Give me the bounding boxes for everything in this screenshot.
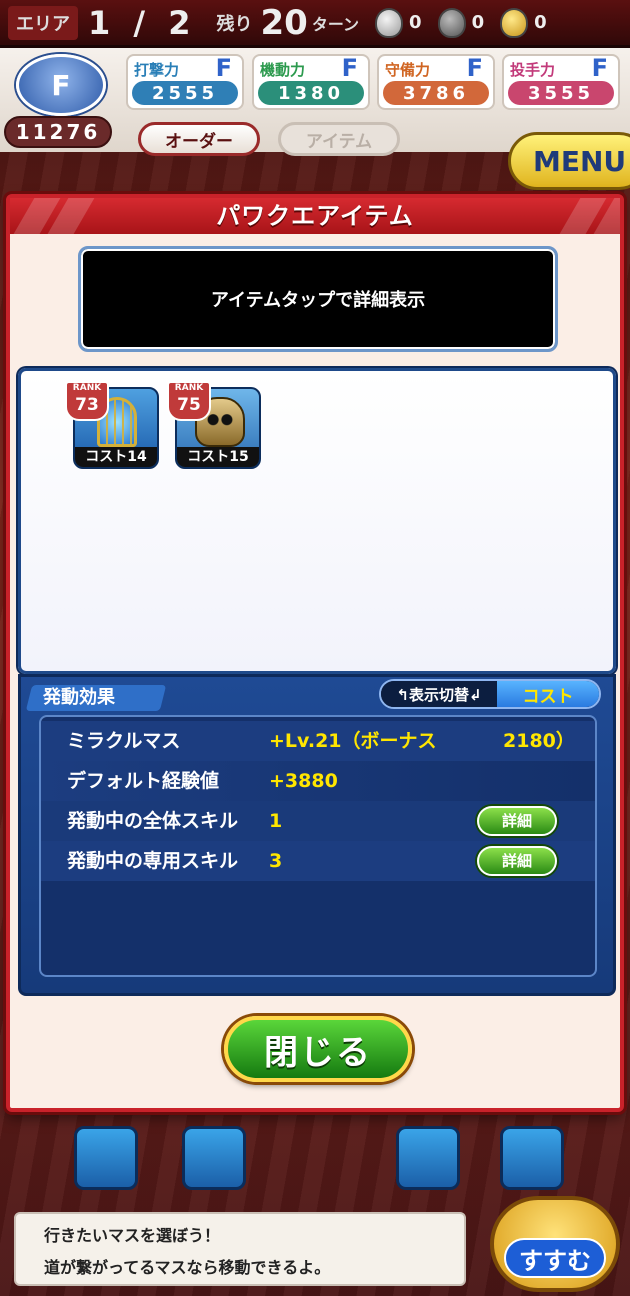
modal-title: パワクエアイテム	[216, 202, 414, 230]
stat-mobility: 機動力 F 1380	[252, 54, 370, 110]
stat-pitching: 投手力 F 3555	[502, 54, 620, 110]
effect-value: 3	[269, 850, 283, 872]
top-status-bar: エリア 1 / 2 残り 20 ターン 0 0 0	[0, 0, 630, 48]
rank-label: RANK	[72, 383, 102, 393]
stat-batting: 打撃力 F 2555	[126, 54, 244, 110]
effect-row-global-skill: 発動中の全体スキル 1 詳細	[41, 801, 595, 841]
stat-grade: F	[341, 54, 358, 82]
turns-remaining: 20	[260, 2, 308, 43]
stat-label: 機動力	[260, 61, 306, 79]
guide-message-box: 行きたいマスを選ぼう！ 道が繋がってるマスなら移動できるよ。	[14, 1212, 466, 1286]
advance-button[interactable]: すすむ	[490, 1196, 620, 1292]
stat-value: 3786	[383, 81, 489, 105]
effect-row-miracle: ミラクルマス +Lv.21（ボーナス 2180）	[41, 721, 595, 761]
bag-counter-gold: 0	[500, 7, 547, 38]
stat-grade: F	[215, 54, 232, 82]
stat-value: 3555	[508, 81, 614, 105]
effect-label: 発動中の専用スキル	[67, 850, 239, 872]
display-toggle[interactable]: ↰表示切替↲ コスト	[379, 679, 601, 709]
effect-label: ミラクルマス	[67, 730, 181, 752]
board-tiles-row	[0, 1120, 630, 1200]
menu-button[interactable]: MENU	[508, 132, 630, 190]
item-tab-button[interactable]: アイテム	[278, 122, 400, 156]
stat-label: 守備力	[385, 61, 431, 79]
display-toggle-value[interactable]: コスト	[497, 681, 599, 707]
item-modal: パワクエアイテム アイテムタップで詳細表示 RANK 73 コスト14 RANK…	[6, 194, 624, 1112]
bag-white-icon	[375, 7, 404, 38]
rank-number: 75	[177, 395, 201, 415]
info-message-box: アイテムタップで詳細表示	[78, 246, 558, 352]
effects-tab-label: 発動効果	[43, 687, 115, 708]
rank-number: 73	[75, 395, 99, 415]
stat-label: 打撃力	[134, 61, 180, 79]
item-cost: コスト14	[75, 447, 157, 467]
turn-unit: ターン	[311, 14, 360, 34]
team-power-value: 11276	[4, 116, 112, 148]
stat-value: 1380	[258, 81, 364, 105]
guide-message-line: 道が繋がってるマスなら移動できるよ。	[44, 1258, 331, 1277]
effect-label: デフォルト経験値	[67, 770, 220, 792]
effects-table: ミラクルマス +Lv.21（ボーナス 2180） デフォルト経験値 +3880 …	[39, 715, 597, 977]
order-button[interactable]: オーダー	[138, 122, 260, 156]
exclusive-skill-detail-button[interactable]: 詳細	[477, 846, 557, 876]
bag-gold-icon	[500, 7, 529, 38]
stat-value: 2555	[132, 81, 238, 105]
rank-badge: RANK 75	[167, 381, 211, 421]
effect-label: 発動中の全体スキル	[67, 810, 239, 832]
bag-count: 0	[409, 12, 422, 33]
board-tile[interactable]	[500, 1126, 564, 1190]
effect-row-default-exp: デフォルト経験値 +3880	[41, 761, 595, 801]
bag-count: 0	[534, 12, 547, 33]
rank-label: RANK	[174, 383, 204, 393]
guide-message-line: 行きたいマスを選ぼう！	[44, 1226, 221, 1245]
remaining-label: 残り	[216, 13, 253, 35]
team-rank-emblem: F	[16, 54, 106, 116]
global-skill-detail-button[interactable]: 詳細	[477, 806, 557, 836]
area-value: 1 / 2	[88, 3, 197, 42]
board-tile[interactable]	[74, 1126, 138, 1190]
advance-button-label: すすむ	[504, 1238, 606, 1278]
effect-value: +3880	[269, 770, 338, 792]
item-card[interactable]: RANK 75 コスト15	[167, 381, 261, 469]
effect-value: +Lv.21（ボーナス	[269, 730, 437, 752]
area-label: エリア	[8, 5, 78, 40]
stat-defense: 守備力 F 3786	[377, 54, 495, 110]
stat-label: 投手力	[510, 61, 556, 79]
effect-value: 1	[269, 810, 283, 832]
stat-grade: F	[466, 54, 483, 82]
item-grid: RANK 73 コスト14 RANK 75 コスト15	[18, 368, 616, 674]
close-button[interactable]: 閉じる	[224, 1016, 412, 1082]
stat-grade: F	[591, 54, 608, 82]
rank-badge: RANK 73	[65, 381, 109, 421]
board-tile[interactable]	[182, 1126, 246, 1190]
item-card[interactable]: RANK 73 コスト14	[65, 381, 159, 469]
bag-counter-white: 0	[375, 7, 422, 38]
modal-header: パワクエアイテム	[10, 198, 620, 234]
board-tile[interactable]	[396, 1126, 460, 1190]
item-cost: コスト15	[177, 447, 259, 467]
effect-bonus-value: 2180）	[503, 730, 575, 752]
display-toggle-label[interactable]: ↰表示切替↲	[381, 681, 497, 707]
bag-count: 0	[471, 12, 485, 33]
effect-row-exclusive-skill: 発動中の専用スキル 3 詳細	[41, 841, 595, 881]
bag-dark-icon	[437, 7, 466, 38]
bag-counter-dark: 0	[437, 7, 485, 38]
effects-panel: 発動効果 ↰表示切替↲ コスト ミラクルマス +Lv.21（ボーナス 2180）…	[18, 674, 616, 996]
